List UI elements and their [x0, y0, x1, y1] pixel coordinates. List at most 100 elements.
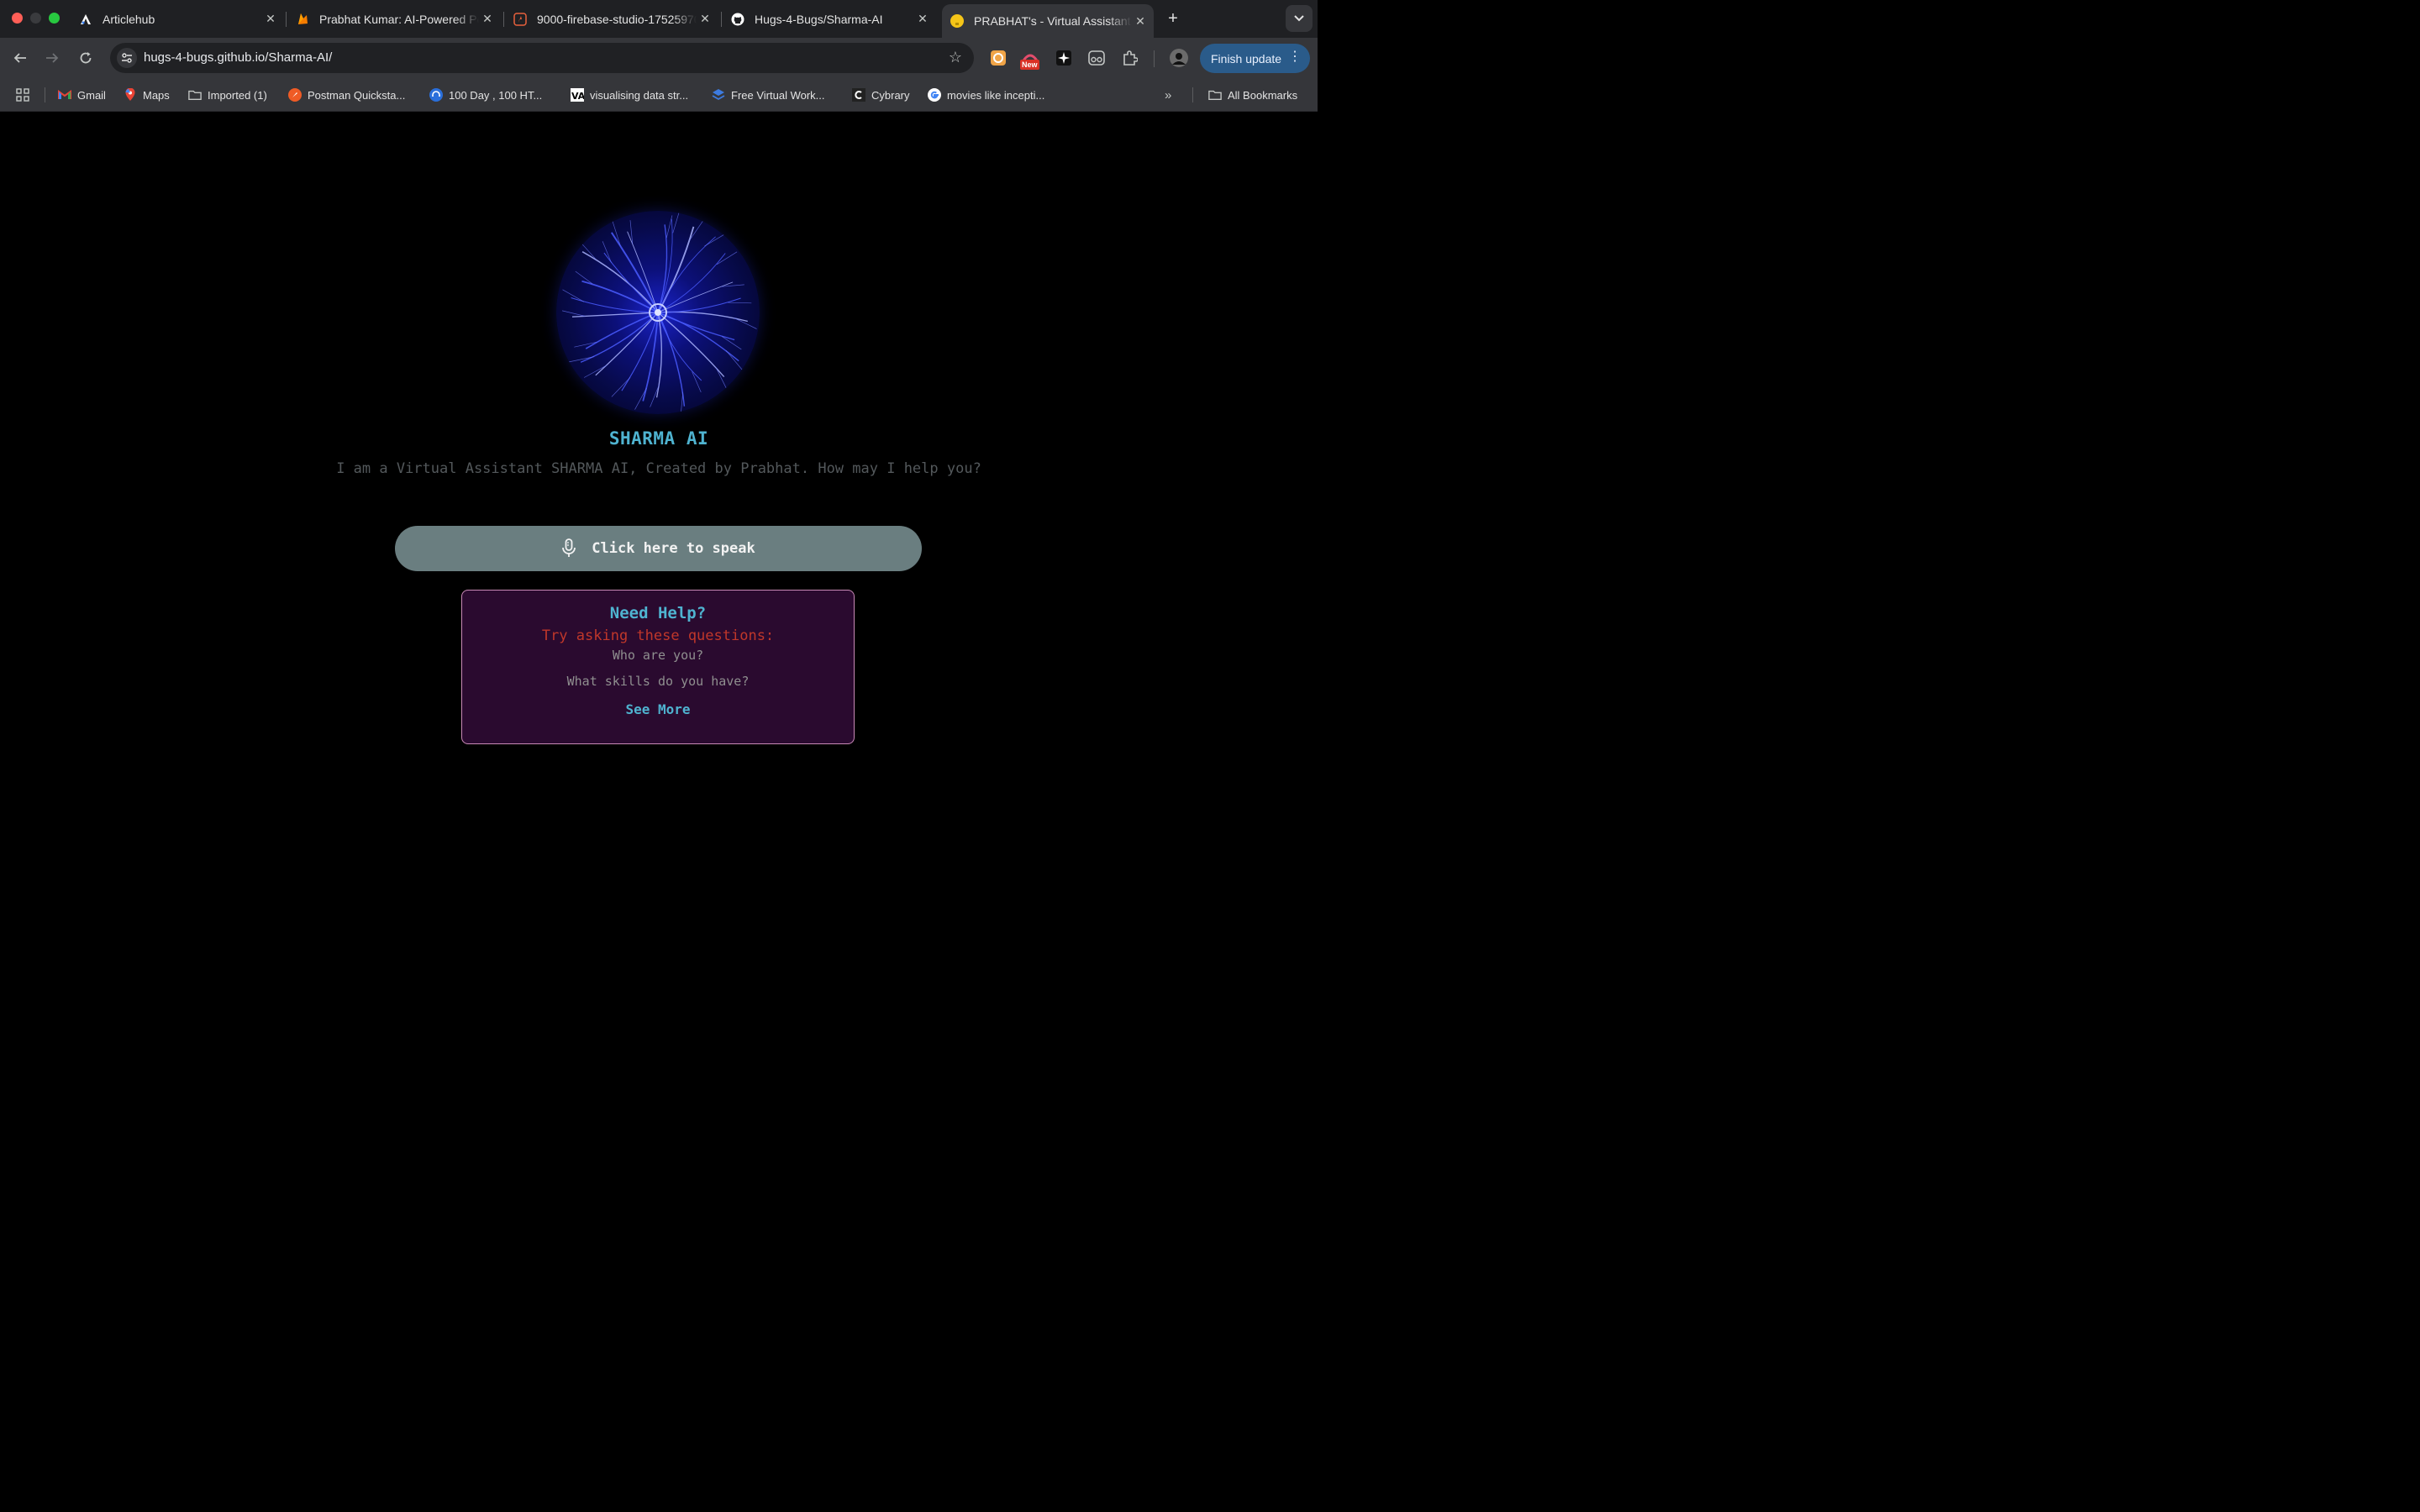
- tab-title: 9000-firebase-studio-17525970: [537, 12, 697, 26]
- arrow-right-icon: [46, 53, 59, 63]
- bookmark-label: Free Virtual Work...: [731, 88, 825, 102]
- tab-github[interactable]: Hugs-4-Bugs/Sharma-AI ✕: [723, 5, 936, 33]
- help-card: Need Help? Try asking these questions: W…: [461, 590, 855, 744]
- extension-photo-icon[interactable]: [988, 48, 1008, 68]
- bookmark-forage[interactable]: Free Virtual Work...: [712, 87, 825, 102]
- address-bar[interactable]: hugs-4-bugs.github.io/Sharma-AI/ ☆: [110, 43, 974, 73]
- help-title: Need Help?: [609, 604, 707, 622]
- extension-new-badge: New: [1020, 60, 1039, 70]
- tab-articlehub[interactable]: Articlehub ✕: [71, 5, 284, 33]
- microphone-icon: [561, 538, 576, 559]
- svg-text:VA: VA: [571, 91, 584, 102]
- reload-button[interactable]: [74, 46, 97, 70]
- reload-icon: [80, 52, 92, 64]
- bookmark-label: 100 Day , 100 HT...: [449, 88, 543, 102]
- bookmark-label: Cybrary: [871, 88, 910, 102]
- apps-grid-icon: [16, 88, 29, 102]
- more-vert-icon: ⋮: [1288, 50, 1302, 64]
- bookmark-label: Gmail: [77, 88, 106, 102]
- close-icon[interactable]: ✕: [914, 11, 931, 28]
- bookmark-star-icon[interactable]: ☆: [949, 49, 962, 66]
- extension-new-icon[interactable]: New: [1020, 48, 1040, 70]
- firebase-icon: [296, 13, 309, 26]
- site-info-icon[interactable]: [117, 48, 137, 68]
- extension-sparkle-icon[interactable]: [1054, 48, 1074, 68]
- toolbar-divider: [1154, 50, 1155, 67]
- folder-icon: [1208, 88, 1222, 102]
- tab-firebase-studio[interactable]: 9000-firebase-studio-17525970 ✕: [505, 5, 718, 33]
- bookmark-label: Imported (1): [208, 88, 267, 102]
- lightbulb-icon: [950, 14, 964, 28]
- tab-title: Articlehub: [103, 12, 155, 26]
- window-zoom-button[interactable]: [49, 13, 60, 24]
- firebase-studio-icon: [513, 12, 527, 26]
- bookmark-label: Maps: [143, 88, 170, 102]
- bookmark-folder-imported[interactable]: Imported (1): [188, 87, 267, 102]
- chevron-down-icon: [1294, 15, 1304, 22]
- double-chevron-right-icon: »: [1165, 87, 1172, 102]
- plasma-orb-image: [556, 211, 760, 414]
- close-icon[interactable]: ✕: [697, 11, 713, 28]
- bookmark-label: visualising data str...: [590, 88, 689, 102]
- postman-icon: [288, 88, 302, 102]
- bookmark-visualgo[interactable]: VA visualising data str...: [571, 87, 688, 102]
- tab-portfolio[interactable]: Prabhat Kumar: AI-Powered Portfolio ✕: [287, 5, 501, 33]
- app-subtitle: I am a Virtual Assistant SHARMA AI, Crea…: [336, 460, 981, 477]
- close-icon[interactable]: ✕: [479, 11, 496, 28]
- extensions-puzzle-icon[interactable]: [1120, 48, 1140, 68]
- maps-icon: [124, 88, 137, 102]
- forward-button[interactable]: [40, 46, 64, 70]
- tab-search-button[interactable]: [1286, 5, 1313, 32]
- bookmark-cybrary[interactable]: Cybrary: [852, 87, 910, 102]
- folder-icon: [188, 88, 202, 102]
- bookmarks-bar: Gmail Maps Imported (1) Postman Quicksta…: [0, 79, 1318, 112]
- bookmarks-divider: [1192, 87, 1193, 102]
- url-text[interactable]: hugs-4-bugs.github.io/Sharma-AI/: [144, 50, 332, 65]
- tab-title: PRABHAT's - Virtual Assistant: [974, 14, 1131, 28]
- bookmark-label: All Bookmarks: [1228, 88, 1298, 102]
- see-more-link[interactable]: See More: [462, 701, 854, 717]
- window-close-button[interactable]: [12, 13, 23, 24]
- help-question: What skills do you have?: [566, 674, 750, 689]
- profile-avatar[interactable]: [1169, 48, 1189, 68]
- browser-toolbar: hugs-4-bugs.github.io/Sharma-AI/ ☆ New F…: [0, 38, 1318, 79]
- cybrary-icon: [852, 88, 865, 102]
- help-question: Who are you?: [612, 648, 704, 663]
- arrow-left-icon: [13, 53, 26, 63]
- bookmark-maps[interactable]: Maps: [124, 87, 170, 102]
- new-tab-button[interactable]: +: [1163, 8, 1183, 29]
- window-minimize-button[interactable]: [30, 13, 41, 24]
- close-icon[interactable]: ✕: [262, 11, 279, 28]
- articlehub-icon: [79, 13, 92, 26]
- plasma-orb-filaments: [561, 211, 757, 414]
- bookmark-100-day[interactable]: 100 Day , 100 HT...: [429, 87, 542, 102]
- speak-button-label: Click here to speak: [592, 540, 755, 557]
- page-content: SHARMA AI I am a Virtual Assistant SHARM…: [0, 112, 1318, 823]
- google-icon: [928, 88, 941, 102]
- tab-title: Prabhat Kumar: AI-Powered Portfolio: [319, 12, 479, 26]
- bookmark-label: Postman Quicksta...: [308, 88, 406, 102]
- bookmark-google-movies[interactable]: movies like incepti...: [928, 87, 1044, 102]
- headset-icon: [429, 88, 443, 102]
- tab-strip: Articlehub ✕ Prabhat Kumar: AI-Powered P…: [0, 0, 1318, 38]
- close-icon[interactable]: ✕: [1132, 13, 1149, 29]
- bookmark-label: movies like incepti...: [947, 88, 1045, 102]
- finish-update-button[interactable]: Finish update ⋮: [1200, 44, 1310, 73]
- tab-divider: [721, 12, 722, 27]
- extension-glasses-icon[interactable]: [1086, 48, 1107, 68]
- bookmark-postman[interactable]: Postman Quicksta...: [288, 87, 405, 102]
- tab-title: Hugs-4-Bugs/Sharma-AI: [755, 12, 883, 26]
- app-title: SHARMA AI: [608, 428, 709, 449]
- gmail-icon: [58, 88, 71, 102]
- apps-grid-button[interactable]: [16, 87, 35, 102]
- all-bookmarks-button[interactable]: All Bookmarks: [1208, 87, 1297, 102]
- bookmarks-overflow-button[interactable]: »: [1165, 87, 1171, 102]
- tab-divider: [286, 12, 287, 27]
- back-button[interactable]: [8, 46, 32, 70]
- speak-button[interactable]: Click here to speak: [395, 526, 922, 571]
- bookmark-gmail[interactable]: Gmail: [58, 87, 106, 102]
- tab-divider: [503, 12, 504, 27]
- visualgo-icon: VA: [571, 88, 584, 102]
- help-prompt: Try asking these questions:: [541, 627, 775, 644]
- tab-virtual-assistant[interactable]: PRABHAT's - Virtual Assistant ✕: [942, 4, 1154, 38]
